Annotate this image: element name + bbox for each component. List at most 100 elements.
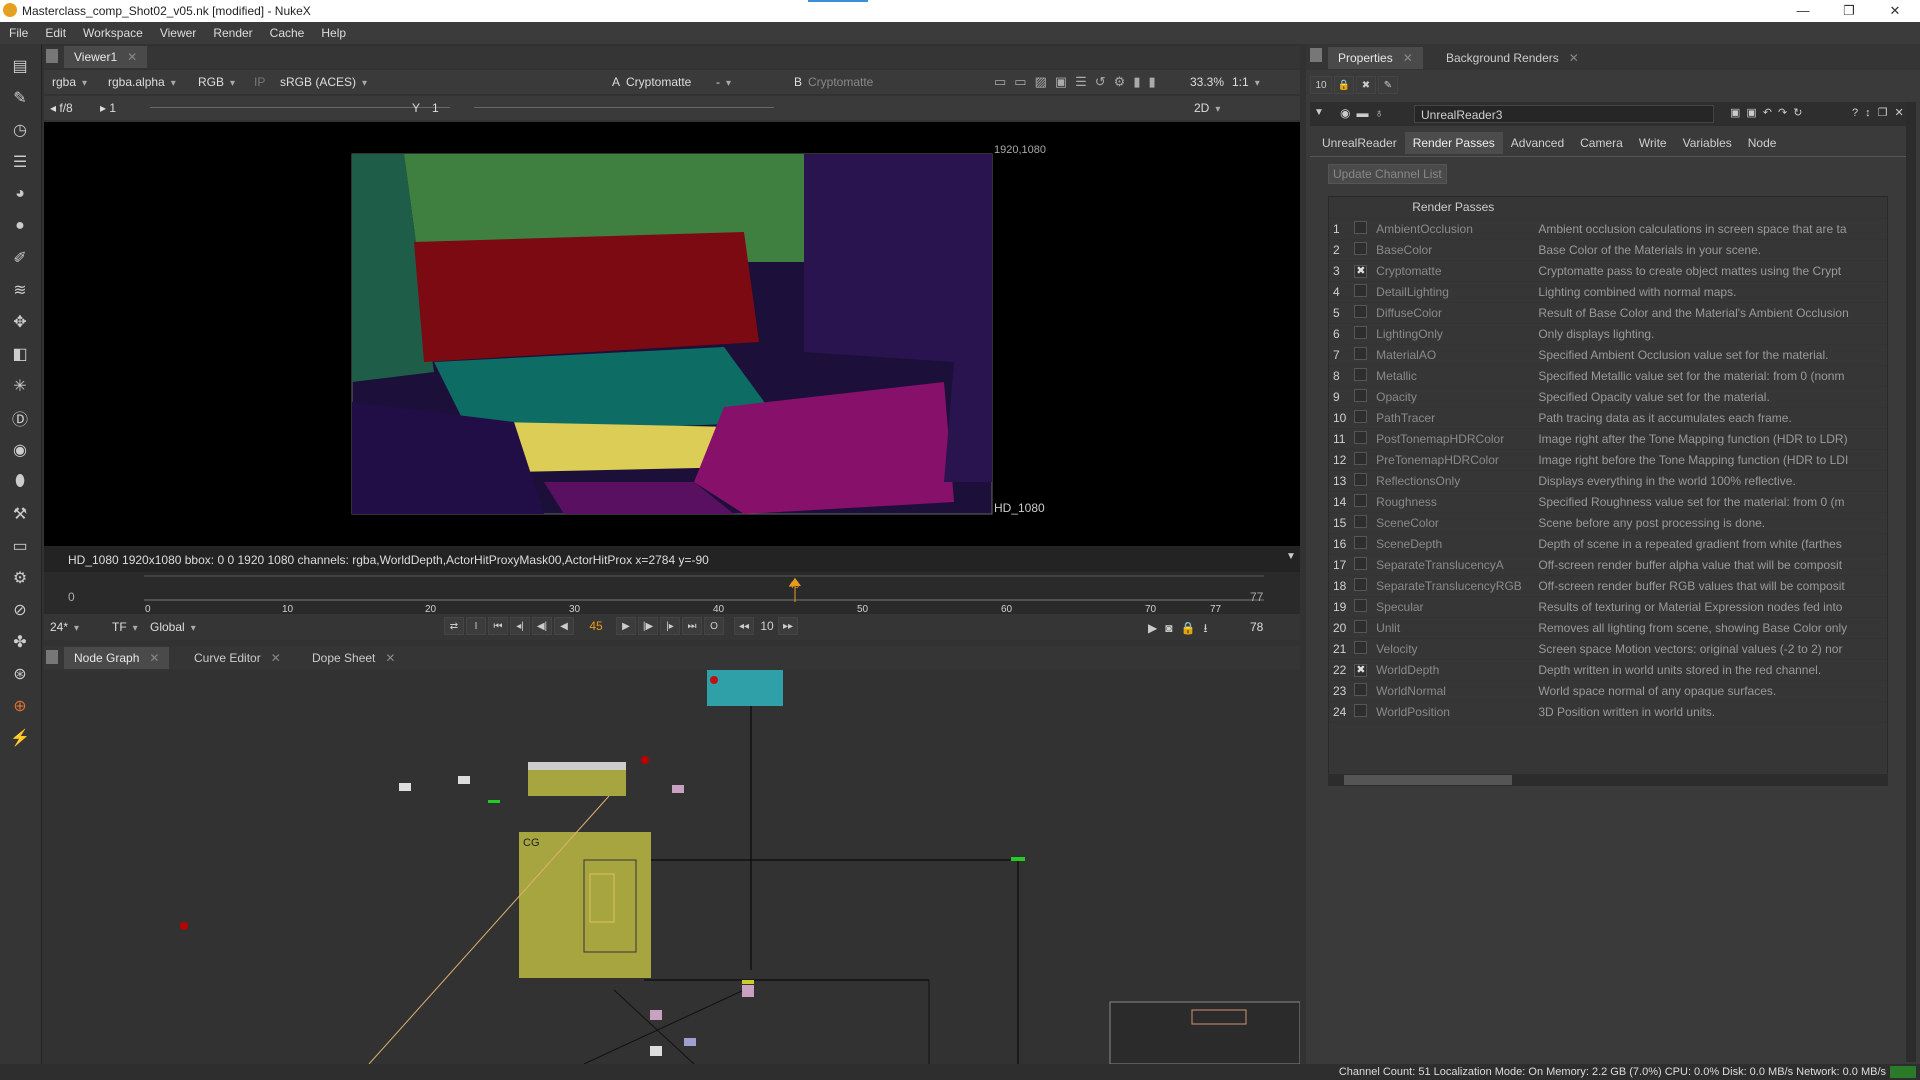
table-row[interactable]: 23 WorldNormal World space normal of any o… [1329, 680, 1887, 702]
table-row[interactable]: 21 Velocity Screen space Motion vectors: o… [1329, 638, 1887, 660]
next-frame-button[interactable]: |▶ [638, 617, 658, 635]
cara-icon[interactable]: ✤ [8, 630, 32, 654]
node-header-icons[interactable]: ▣▣↶↷↻ [1730, 106, 1808, 119]
close-tab-icon[interactable]: ✕ [385, 651, 395, 665]
view-mode-dropdown[interactable]: 2D [1194, 101, 1220, 115]
pass-checkbox[interactable] [1354, 283, 1368, 297]
time-icon[interactable]: ◷ [8, 118, 32, 142]
pass-checkbox[interactable] [1354, 598, 1368, 612]
info-expand-icon[interactable]: ▼ [1286, 551, 1296, 562]
flipbook-icons[interactable]: ▶◙🔒⭳ [1148, 619, 1216, 640]
input-a-dropdown[interactable]: Cryptomatte [626, 75, 691, 89]
table-row[interactable]: 11 PostTonemapHDRColor Image right after t… [1329, 428, 1887, 450]
table-row[interactable]: 2 BaseColor Base Color of the Materials in… [1329, 239, 1887, 261]
furnace-icon[interactable]: ⚙ [8, 566, 32, 590]
pass-checkbox[interactable] [1354, 535, 1368, 549]
small-node[interactable] [458, 776, 470, 784]
pencil-icon[interactable]: ✎ [1378, 76, 1398, 94]
menu-render[interactable]: Render [204, 22, 260, 40]
menu-workspace[interactable]: Workspace [74, 22, 151, 40]
table-row[interactable]: 12 PreTonemapHDRColor Image right before t… [1329, 449, 1887, 471]
pass-checkbox[interactable] [1354, 514, 1368, 528]
table-row[interactable]: 5 DiffuseColor Result of Base Color and th… [1329, 302, 1887, 324]
pass-checkbox[interactable] [1354, 640, 1368, 654]
table-row[interactable]: 1 AmbientOcclusion Ambient occlusion calcu… [1329, 218, 1887, 240]
viewer-canvas[interactable]: 1920,1080 HD_1080 [44, 122, 1300, 546]
tab-advanced[interactable]: Advanced [1503, 132, 1572, 154]
table-row[interactable]: 6 LightingOnly Only displays lighting. [1329, 323, 1887, 345]
particles-icon[interactable]: ✳ [8, 374, 32, 398]
pass-checkbox[interactable] [1354, 325, 1368, 339]
pass-checkbox[interactable] [1354, 367, 1368, 381]
tab-write[interactable]: Write [1631, 132, 1675, 154]
table-row[interactable]: 4 DetailLighting Lighting combined with no… [1329, 281, 1887, 303]
tab-properties[interactable]: Properties ✕ [1328, 47, 1423, 69]
collapse-icon[interactable]: ▼ [1314, 107, 1324, 118]
end-frame-field[interactable]: 78 [1250, 620, 1263, 634]
keyer-icon[interactable]: ✐ [8, 246, 32, 270]
table-row[interactable]: 14 Roughness Specified Roughness value set… [1329, 491, 1887, 513]
max-panels-field[interactable]: 10 [1310, 76, 1332, 94]
small-node[interactable] [399, 783, 411, 791]
play-backward-button[interactable]: ◀ [554, 617, 574, 635]
pass-checkbox[interactable]: ✖ [1354, 664, 1368, 677]
tab-curve-editor[interactable]: Curve Editor ✕ [184, 647, 291, 669]
scrollbar-thumb[interactable] [1344, 775, 1512, 785]
pass-checkbox[interactable]: ✖ [1354, 265, 1368, 278]
update-channel-list-button[interactable]: Update Channel List [1328, 164, 1447, 184]
blend-mode-dropdown[interactable]: - [716, 75, 776, 89]
close-tab-icon[interactable]: ✕ [1403, 51, 1413, 65]
small-node[interactable] [742, 985, 754, 997]
cg-backdrop-node[interactable] [519, 832, 651, 978]
small-node[interactable] [650, 1010, 662, 1020]
plugin-icon[interactable]: ⊛ [8, 662, 32, 686]
timeline[interactable]: 0 0 10 20 30 40 50 60 70 77 45 77 [44, 572, 1300, 620]
vertical-scrollbar[interactable] [1906, 102, 1916, 1062]
3d-icon[interactable]: ◧ [8, 342, 32, 366]
pass-checkbox[interactable] [1354, 682, 1368, 696]
pass-checkbox[interactable] [1354, 493, 1368, 507]
table-row[interactable]: 15 SceneColor Scene before any post proces… [1329, 512, 1887, 534]
deep-icon[interactable]: Ⓓ [8, 406, 32, 430]
small-node[interactable] [684, 1038, 696, 1046]
gamma-slider[interactable] [474, 107, 774, 108]
tab-background-renders[interactable]: Background Renders ✕ [1436, 47, 1589, 69]
pass-checkbox[interactable] [1354, 451, 1368, 465]
table-row[interactable]: 16 SceneDepth Depth of scene in a repeated… [1329, 533, 1887, 555]
node-name-field[interactable]: UnrealReader3 [1414, 105, 1714, 123]
other-icon[interactable]: ▭ [8, 534, 32, 558]
ocula-icon[interactable]: ⊘ [8, 598, 32, 622]
play-forward-button[interactable]: ▶ [616, 617, 636, 635]
metadata-icon[interactable]: ⬮ [8, 470, 32, 494]
menu-viewer[interactable]: Viewer [151, 22, 204, 40]
small-node[interactable] [650, 1046, 662, 1056]
gain-slider[interactable] [150, 107, 450, 108]
tab-node-graph[interactable]: Node Graph ✕ [64, 647, 170, 669]
pass-checkbox[interactable] [1354, 577, 1368, 591]
layer-dropdown[interactable]: rgba.alpha [108, 75, 176, 89]
timeline-end[interactable]: 77 [1250, 590, 1263, 604]
out-point-button[interactable]: O [704, 617, 724, 635]
display-dropdown[interactable]: RGB [198, 75, 235, 89]
pass-checkbox[interactable] [1354, 409, 1368, 423]
panel-menu-icon[interactable] [1310, 48, 1322, 62]
unreal-icon[interactable]: ⚡ [8, 726, 32, 750]
table-row[interactable]: 19 Specular Results of texturing or Materi… [1329, 596, 1887, 618]
table-row[interactable]: 17 SeparateTranslucencyA Off-screen render… [1329, 554, 1887, 576]
viewer-tool-icons[interactable]: ▭▭▨▣☰↺⚙▮▮ [994, 74, 1164, 90]
pass-checkbox[interactable] [1354, 556, 1368, 570]
range-scope-dropdown[interactable]: Global [150, 620, 196, 634]
tab-node[interactable]: Node [1740, 132, 1785, 154]
horizontal-scrollbar[interactable] [1328, 774, 1888, 786]
table-row[interactable]: 9 Opacity Specified Opacity value set for … [1329, 386, 1887, 408]
gain-fstop[interactable]: ◂ f/8 [50, 101, 73, 115]
tf-dropdown[interactable]: TF [112, 620, 138, 634]
table-row[interactable]: 10 PathTracer Path tracing data as it accu… [1329, 407, 1887, 429]
zoom-value[interactable]: 33.3% [1190, 75, 1224, 89]
next-key-button[interactable]: |▸ [660, 617, 680, 635]
navigator-minimap[interactable] [1109, 1001, 1301, 1065]
clear-panels-icon[interactable]: ✖ [1356, 76, 1376, 94]
pass-checkbox[interactable] [1354, 304, 1368, 318]
current-frame-field[interactable]: 45 [576, 619, 616, 633]
skip-back-button[interactable]: ◂◂ [734, 617, 754, 635]
